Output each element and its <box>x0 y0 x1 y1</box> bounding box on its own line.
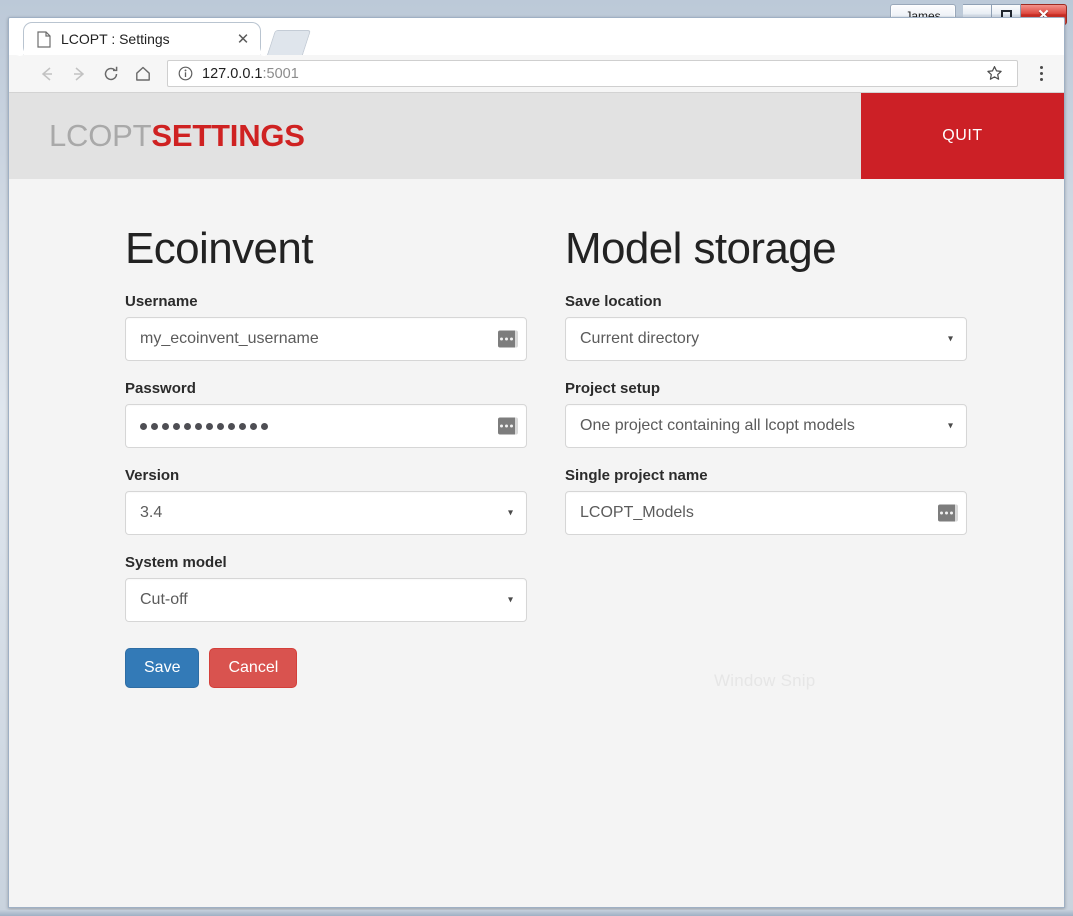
autofill-icon[interactable] <box>498 417 518 435</box>
window-bottom-edge <box>0 910 1073 916</box>
url-text: 127.0.0.1:5001 <box>202 66 979 82</box>
chevron-down-icon: ▾ <box>947 420 953 432</box>
field-save-location: Save location Current directory ▾ <box>565 293 967 361</box>
os-window: James ✕ LCOPT : Settings ✕ 127.0.0.1:500… <box>0 0 1073 916</box>
autofill-icon[interactable] <box>498 330 518 348</box>
field-project-setup: Project setup One project containing all… <box>565 380 967 448</box>
quit-button[interactable]: QUIT <box>861 93 1064 179</box>
browser-menu-icon[interactable] <box>1028 60 1054 88</box>
ecoinvent-section: Ecoinvent Username my_ecoinvent_username… <box>125 227 527 688</box>
model-storage-title: Model storage <box>565 224 837 273</box>
system-model-select[interactable]: Cut-off ▾ <box>125 578 527 622</box>
address-bar[interactable]: 127.0.0.1:5001 <box>167 60 1018 87</box>
tab-title: LCOPT : Settings <box>61 31 170 47</box>
single-project-name-label: Single project name <box>565 467 708 484</box>
chevron-down-icon: ▾ <box>507 507 513 519</box>
browser-tab[interactable]: LCOPT : Settings ✕ <box>23 22 261 55</box>
ecoinvent-title: Ecoinvent <box>125 224 313 273</box>
save-location-select[interactable]: Current directory ▾ <box>565 317 967 361</box>
app-brand: LCOPT SETTINGS <box>9 93 305 179</box>
browser-toolbar: 127.0.0.1:5001 <box>9 55 1064 93</box>
page-body: Window Snip Ecoinvent Username my_ecoinv… <box>9 179 1064 907</box>
project-setup-value: One project containing all lcopt models <box>580 417 855 434</box>
new-tab-button[interactable] <box>266 30 312 55</box>
brand-settings: SETTINGS <box>151 118 305 153</box>
single-project-name-value: LCOPT_Models <box>580 504 694 521</box>
version-value: 3.4 <box>140 504 163 521</box>
password-input[interactable] <box>125 404 527 448</box>
system-model-label: System model <box>125 554 227 571</box>
system-model-value: Cut-off <box>140 591 188 608</box>
settings-columns: Ecoinvent Username my_ecoinvent_username… <box>9 227 1064 688</box>
project-setup-label: Project setup <box>565 380 661 397</box>
back-button[interactable] <box>31 59 63 89</box>
url-host: 127.0.0.1 <box>202 65 263 82</box>
version-label: Version <box>125 467 180 484</box>
brand-lcopt: LCOPT <box>49 118 152 153</box>
browser-window: LCOPT : Settings ✕ 127.0.0.1:5001 LCOPT … <box>8 17 1065 908</box>
save-location-label: Save location <box>565 293 662 310</box>
app-header: LCOPT SETTINGS QUIT <box>9 93 1064 179</box>
info-circle-icon[interactable] <box>178 66 193 81</box>
chevron-down-icon: ▾ <box>507 594 513 606</box>
page-icon <box>36 30 52 48</box>
chevron-down-icon: ▾ <box>947 333 953 345</box>
username-label: Username <box>125 293 198 310</box>
forward-button[interactable] <box>63 59 95 89</box>
url-port: :5001 <box>262 65 299 82</box>
reload-button[interactable] <box>95 59 127 89</box>
home-button[interactable] <box>127 59 159 89</box>
page-viewport: LCOPT SETTINGS QUIT Window Snip Ecoinvent… <box>9 93 1064 907</box>
project-setup-select[interactable]: One project containing all lcopt models … <box>565 404 967 448</box>
field-version: Version 3.4 ▾ <box>125 467 527 535</box>
field-system-model: System model Cut-off ▾ <box>125 554 527 622</box>
form-actions: Save Cancel <box>125 648 527 688</box>
save-button[interactable]: Save <box>125 648 200 688</box>
cancel-button[interactable]: Cancel <box>209 648 298 688</box>
single-project-name-input[interactable]: LCOPT_Models <box>565 491 967 535</box>
bookmark-star-icon[interactable] <box>979 60 1009 88</box>
version-select[interactable]: 3.4 ▾ <box>125 491 527 535</box>
field-username: Username my_ecoinvent_username <box>125 293 527 361</box>
password-label: Password <box>125 380 196 397</box>
autofill-icon[interactable] <box>938 504 958 522</box>
tab-strip: LCOPT : Settings ✕ <box>9 18 1064 55</box>
close-tab-icon[interactable]: ✕ <box>234 30 252 48</box>
field-single-project-name: Single project name LCOPT_Models <box>565 467 967 535</box>
username-value: my_ecoinvent_username <box>140 330 319 347</box>
password-value <box>140 422 512 430</box>
field-password: Password <box>125 380 527 448</box>
model-storage-section: Model storage Save location Current dire… <box>565 227 967 688</box>
username-input[interactable]: my_ecoinvent_username <box>125 317 527 361</box>
save-location-value: Current directory <box>580 330 700 347</box>
